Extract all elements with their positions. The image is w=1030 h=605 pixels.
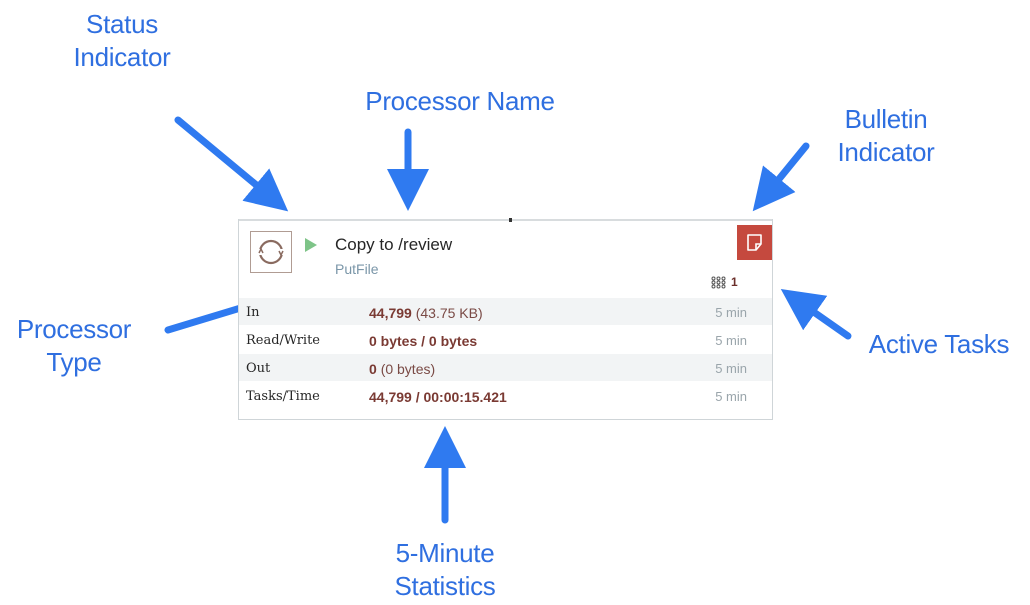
callout-status-indicator: Status Indicator [73, 9, 171, 72]
connection-anchor [509, 218, 512, 222]
processor-type: PutFile [335, 261, 379, 277]
arrow-bulletin [752, 142, 810, 212]
callout-5-minute-statistics: 5-Minute Statistics [394, 538, 496, 601]
stats-value: 0 [369, 361, 377, 377]
processor-icon [250, 231, 292, 273]
processor-card[interactable]: Copy to /review PutFile 1 In 44,799 (43.… [238, 218, 773, 420]
stats-label: Tasks/Time [246, 389, 320, 404]
stats-label: Read/Write [246, 333, 321, 348]
stats-label: In [246, 305, 260, 320]
stats-value: 44,799 [369, 305, 412, 321]
stats-window: 5 min [715, 361, 747, 376]
stats-extra: (43.75 KB) [415, 305, 483, 321]
active-tasks: 1 [711, 275, 738, 289]
stats-value: 0 bytes / 0 bytes [369, 333, 478, 349]
stats-row-tasks-time: Tasks/Time 44,799 / 00:00:15.421 5 min [239, 382, 772, 410]
stats-value: 44,799 / 00:00:15.421 [369, 389, 507, 405]
stats-window: 5 min [715, 333, 747, 348]
arrow-active [780, 288, 852, 340]
bulletin-icon[interactable] [737, 225, 772, 260]
callout-active-tasks: Active Tasks [868, 329, 1010, 359]
callout-bulletin-indicator: Bulletin Indicator [837, 104, 935, 167]
stats-row-in: In 44,799 (43.75 KB) 5 min [239, 298, 772, 326]
card-top-border [239, 219, 772, 221]
stats-extra: (0 bytes) [380, 361, 436, 377]
running-icon [305, 238, 317, 252]
stats-window: 5 min [715, 389, 747, 404]
active-tasks-count: 1 [731, 275, 738, 289]
stats-row-read-write: Read/Write 0 bytes / 0 bytes 5 min [239, 326, 772, 354]
arrow-status [174, 116, 289, 212]
stats-row-out: Out 0 (0 bytes) 5 min [239, 354, 772, 382]
stats-window: 5 min [715, 305, 747, 320]
processor-name: Copy to /review [335, 235, 453, 254]
callout-processor-name: Processor Name [365, 86, 555, 116]
stats-table: In 44,799 (43.75 KB) 5 min Read/Write 0 … [239, 298, 772, 410]
active-tasks-icon [711, 276, 726, 289]
stats-label: Out [246, 361, 271, 376]
callout-processor-type: Processor Type [16, 314, 132, 377]
